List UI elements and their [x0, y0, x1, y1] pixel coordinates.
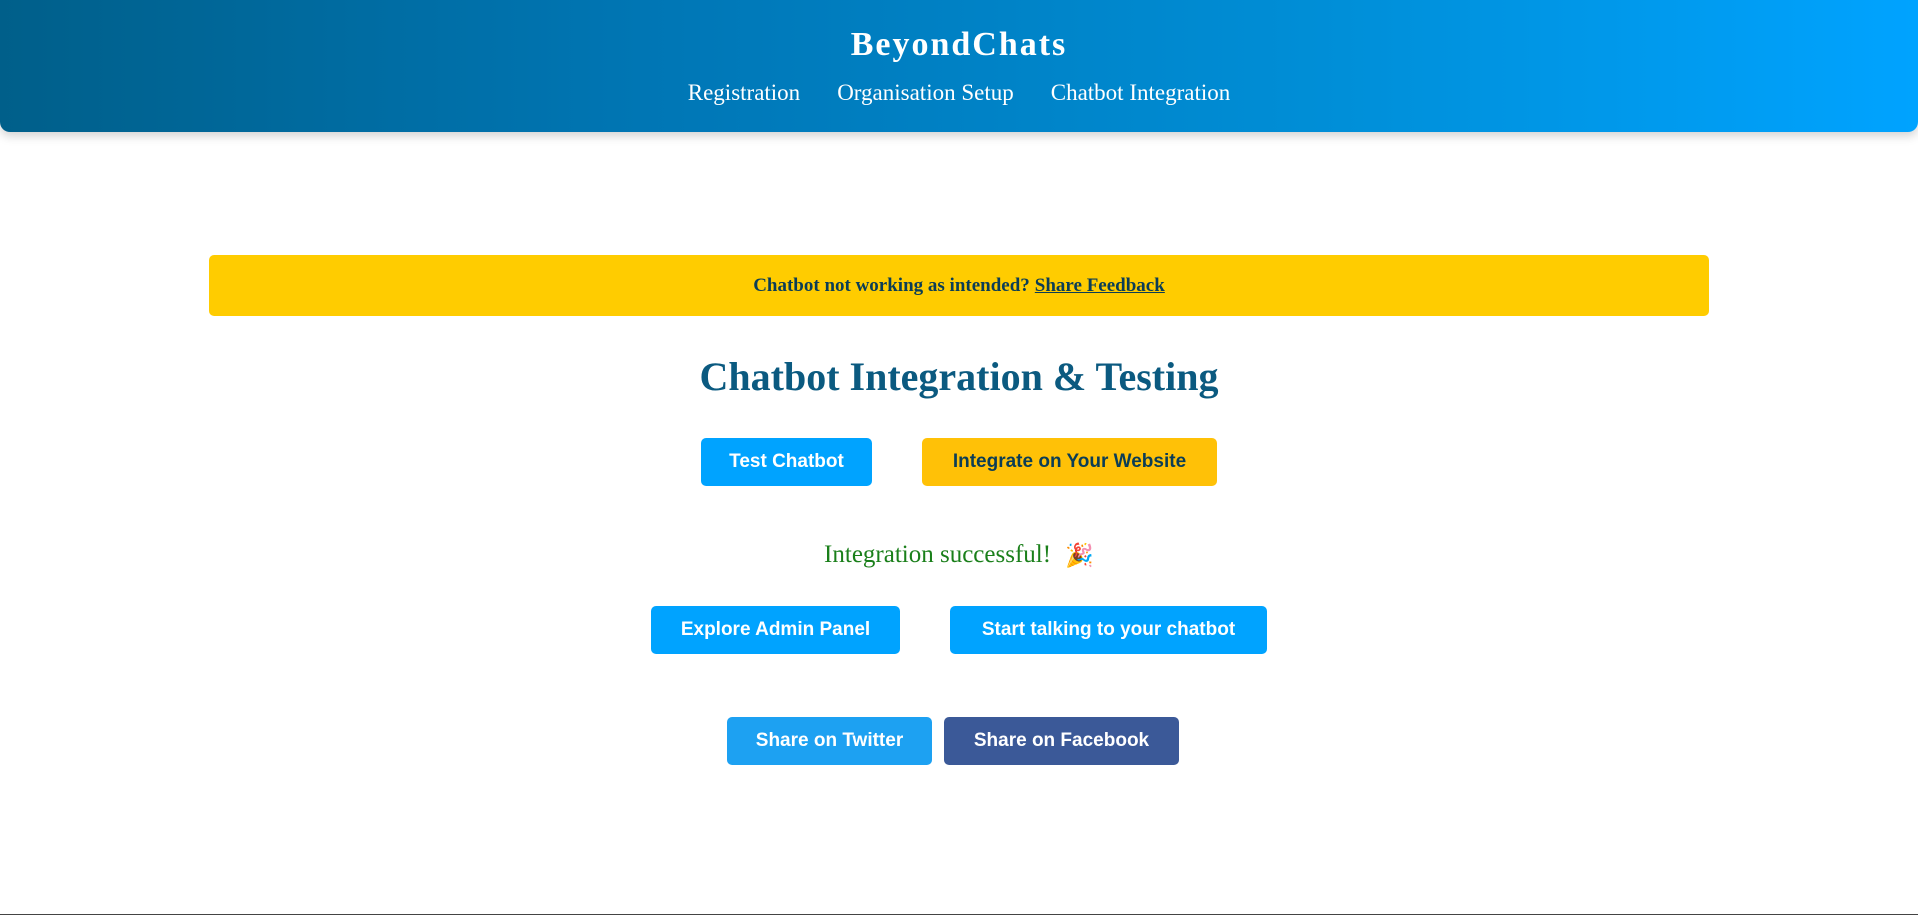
success-text: Integration successful! — [824, 541, 1052, 568]
integration-success-message: Integration successful! 🎉 — [0, 537, 1918, 574]
nav-organisation-setup[interactable]: Organisation Setup — [837, 76, 1014, 110]
feedback-banner-text: Chatbot not working as intended? — [753, 274, 1030, 296]
party-popper-icon: 🎉 — [1065, 543, 1094, 570]
feedback-banner: Chatbot not working as intended? Share F… — [209, 255, 1709, 316]
share-twitter-button[interactable]: Share on Twitter — [727, 717, 932, 765]
main-nav: Registration Organisation Setup Chatbot … — [0, 76, 1918, 110]
nav-registration[interactable]: Registration — [688, 76, 800, 110]
explore-admin-panel-button[interactable]: Explore Admin Panel — [651, 606, 900, 654]
share-facebook-button[interactable]: Share on Facebook — [944, 717, 1179, 765]
brand-title: BeyondChats — [850, 26, 1068, 63]
page-title: Chatbot Integration & Testing — [699, 354, 1219, 399]
top-header: BeyondChats Registration Organisation Se… — [0, 0, 1918, 132]
nav-chatbot-integration[interactable]: Chatbot Integration — [1051, 76, 1231, 110]
page: BeyondChats Registration Organisation Se… — [0, 0, 1918, 915]
start-talking-button[interactable]: Start talking to your chatbot — [950, 606, 1267, 654]
integrate-website-button[interactable]: Integrate on Your Website — [922, 438, 1217, 486]
test-chatbot-button[interactable]: Test Chatbot — [701, 438, 872, 486]
share-feedback-link[interactable]: Share Feedback — [1035, 275, 1165, 297]
